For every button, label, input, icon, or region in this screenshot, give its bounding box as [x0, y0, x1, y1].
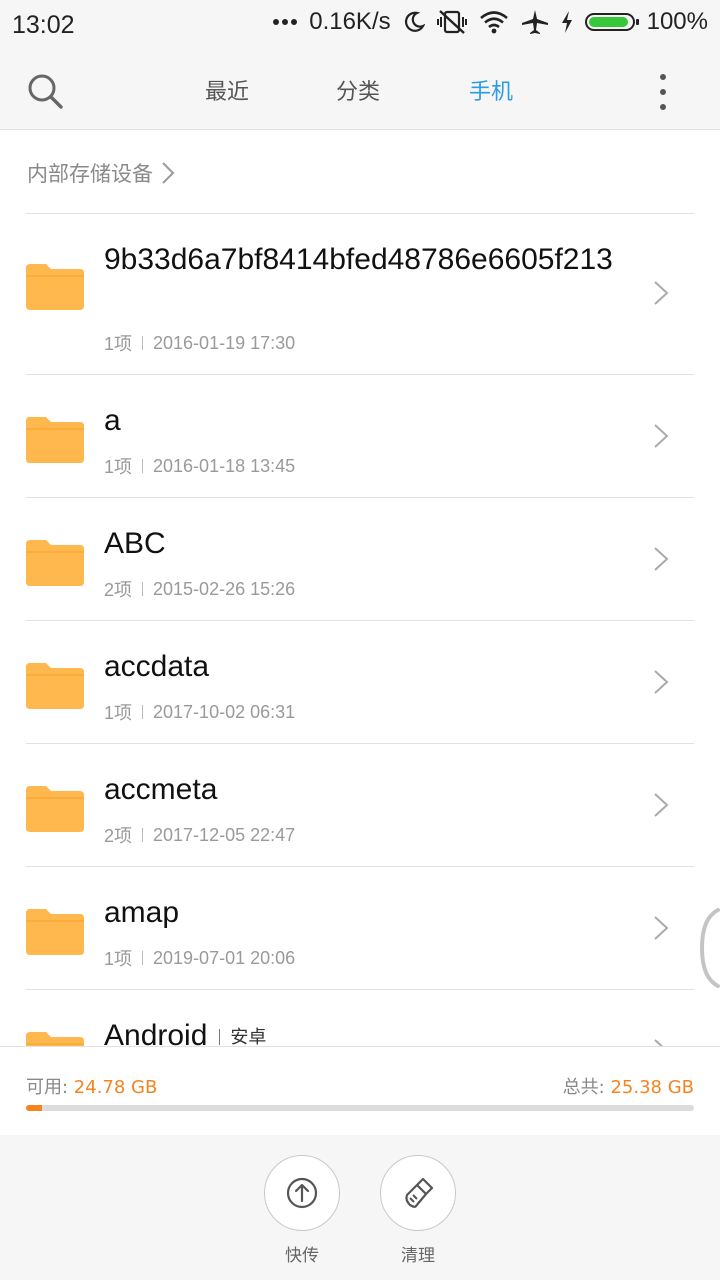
- charging-icon: [561, 11, 573, 33]
- battery-percent: 100%: [646, 8, 708, 35]
- storage-used-fill: [26, 1105, 43, 1111]
- folder-name-row: Android 安卓: [104, 1018, 634, 1046]
- available-value: 24.78 GB: [73, 1077, 158, 1098]
- quick-transfer-circle: [264, 1155, 340, 1231]
- modified-date: 2017-12-05 22:47: [153, 824, 296, 845]
- modified-date: 2019-07-01 20:06: [153, 947, 296, 968]
- chevron-right-icon: [162, 162, 175, 184]
- folder-name: amap: [104, 896, 180, 929]
- modified-date: 2016-01-18 13:45: [153, 455, 296, 476]
- folder-icon: [26, 264, 84, 310]
- storage-available: 可用: 24.78 GB: [26, 1073, 157, 1099]
- fast-scroll-handle[interactable]: [698, 908, 720, 988]
- clean-button[interactable]: 清理: [380, 1155, 456, 1266]
- total-label: 总共:: [562, 1077, 611, 1098]
- folder-meta: 1项 2019-07-01 20:06: [104, 945, 295, 971]
- tab-recent[interactable]: 最近: [205, 74, 249, 106]
- status-icons: 0.16K/s 100%: [273, 8, 708, 36]
- folder-name: a: [104, 404, 121, 437]
- chevron-right-icon: [654, 424, 669, 448]
- modified-date: 2017-10-02 06:31: [153, 701, 296, 722]
- moon-icon: [403, 11, 425, 33]
- storage-summary: 可用: 24.78 GB 总共: 25.38 GB: [0, 1046, 720, 1136]
- item-count: 2项: [104, 580, 133, 600]
- list-item[interactable]: amap 1项 2019-07-01 20:06: [26, 867, 694, 990]
- folder-icon: [26, 909, 84, 955]
- available-label: 可用:: [26, 1077, 74, 1098]
- list-item[interactable]: Android 安卓: [26, 990, 694, 1046]
- file-browser: 内部存储设备 9b33d6a7bf8414bfed48786e6605f213 …: [0, 130, 720, 1046]
- list-item[interactable]: ABC 2项 2015-02-26 15:26: [26, 498, 694, 621]
- folder-icon: [26, 1032, 84, 1046]
- item-count: 1项: [104, 457, 133, 477]
- wifi-icon: [479, 10, 509, 34]
- folder-tag: 安卓: [230, 1027, 267, 1046]
- top-nav: 最近 分类 手机: [0, 52, 720, 130]
- folder-meta: 1项 2016-01-18 13:45: [104, 453, 295, 479]
- folder-icon: [26, 540, 84, 586]
- item-count: 2项: [104, 826, 133, 846]
- folder-meta: 2项 2015-02-26 15:26: [104, 576, 295, 602]
- airplane-icon: [521, 9, 549, 35]
- chevron-right-icon: [654, 1039, 664, 1046]
- broom-icon: [405, 1177, 434, 1208]
- list-item[interactable]: accdata 1项 2017-10-02 06:31: [26, 621, 694, 744]
- clean-label: 清理: [401, 1246, 435, 1266]
- folder-icon: [26, 786, 84, 832]
- storage-total: 总共: 25.38 GB: [563, 1073, 694, 1099]
- chevron-right-icon: [654, 281, 669, 305]
- status-time: 13:02: [12, 11, 75, 39]
- folder-name: accmeta: [104, 773, 218, 806]
- quick-transfer-label: 快传: [285, 1246, 319, 1266]
- folder-name: 9b33d6a7bf8414bfed48786e6605f213: [104, 243, 613, 276]
- folder-meta: 2项 2017-12-05 22:47: [104, 822, 295, 848]
- modified-date: 2015-02-26 15:26: [153, 578, 296, 599]
- list-item[interactable]: 9b33d6a7bf8414bfed48786e6605f213 1项 2016-…: [26, 214, 694, 375]
- modified-date: 2016-01-19 17:30: [153, 332, 296, 353]
- vibrate-off-icon: [436, 9, 467, 35]
- folder-icon: [26, 663, 84, 709]
- chevron-right-icon: [654, 916, 669, 940]
- more-dots-icon: [273, 18, 298, 26]
- network-speed: 0.16K/s: [309, 8, 391, 35]
- list-item[interactable]: a 1项 2016-01-18 13:45: [26, 375, 694, 498]
- breadcrumb-label: 内部存储设备: [27, 162, 153, 186]
- quick-transfer-button[interactable]: 快传: [264, 1155, 340, 1266]
- item-count: 1项: [104, 949, 133, 969]
- folder-name: ABC: [104, 527, 166, 560]
- clean-circle: [380, 1155, 456, 1231]
- folder-meta: 1项 2016-01-19 17:30: [104, 330, 295, 356]
- battery-icon: [584, 13, 639, 31]
- item-count: 1项: [104, 334, 133, 354]
- item-count: 1项: [104, 703, 133, 723]
- more-options-button[interactable]: [652, 74, 674, 110]
- folder-name: accdata: [104, 650, 210, 683]
- storage-usage-bar: [26, 1105, 694, 1111]
- folder-name: Android: [104, 1019, 208, 1046]
- tab-phone[interactable]: 手机: [469, 74, 513, 106]
- upload-icon: [286, 1177, 318, 1209]
- tab-category[interactable]: 分类: [336, 74, 380, 106]
- folder-meta: 1项 2017-10-02 06:31: [104, 699, 295, 725]
- folder-list: 9b33d6a7bf8414bfed48786e6605f213 1项 2016-…: [26, 213, 694, 1046]
- chevron-right-icon: [654, 670, 669, 694]
- chevron-right-icon: [654, 547, 669, 571]
- chevron-right-icon: [654, 793, 669, 817]
- breadcrumb[interactable]: 内部存储设备: [27, 158, 175, 188]
- bottom-actions: 快传 清理: [0, 1135, 720, 1280]
- total-value: 25.38 GB: [610, 1077, 694, 1098]
- tab-bar: 最近 分类 手机: [0, 52, 720, 129]
- status-bar: 13:02 0.16K/s 100%: [0, 0, 720, 52]
- list-item[interactable]: accmeta 2项 2017-12-05 22:47: [26, 744, 694, 867]
- folder-icon: [26, 417, 84, 463]
